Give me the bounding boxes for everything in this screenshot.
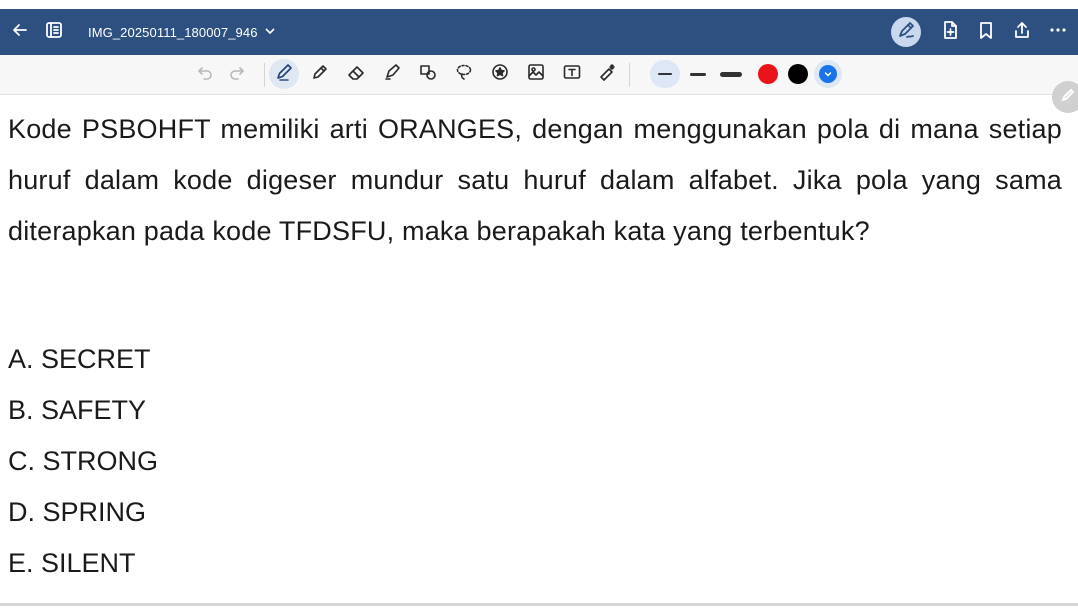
stroke-thick-option[interactable] bbox=[716, 60, 746, 88]
stroke-thin-icon bbox=[658, 73, 672, 75]
question-text: Kode PSBOHFT memiliki arti ORANGES, deng… bbox=[8, 114, 1062, 246]
redo-button[interactable] bbox=[222, 59, 252, 89]
pen-icon bbox=[274, 62, 294, 87]
share-button[interactable] bbox=[1006, 9, 1038, 55]
eraser-tool-button[interactable] bbox=[341, 59, 371, 89]
sticker-icon bbox=[490, 62, 510, 87]
pen-mode-button[interactable] bbox=[891, 17, 921, 47]
back-button[interactable] bbox=[4, 9, 36, 55]
laser-pointer-icon bbox=[598, 62, 618, 87]
bookmark-icon bbox=[976, 20, 996, 45]
redo-icon bbox=[228, 63, 246, 86]
add-page-icon bbox=[940, 20, 960, 45]
toolbar-divider bbox=[629, 63, 630, 87]
pen-tablet-icon bbox=[896, 20, 916, 45]
page-bottom-edge bbox=[0, 603, 1078, 606]
stroke-thin-option[interactable] bbox=[650, 60, 680, 88]
more-icon bbox=[1048, 20, 1068, 45]
stroke-medium-option[interactable] bbox=[683, 60, 713, 88]
option-a: A. SECRET bbox=[8, 344, 151, 374]
toolbar-divider bbox=[264, 63, 265, 87]
drawing-toolbar bbox=[0, 55, 1078, 95]
pencil-tool-button[interactable] bbox=[305, 59, 335, 89]
highlighter-tool-button[interactable] bbox=[377, 59, 407, 89]
option-d: D. SPRING bbox=[8, 497, 147, 527]
pen-tool-button[interactable] bbox=[269, 59, 299, 89]
share-icon bbox=[1012, 20, 1032, 45]
more-options-button[interactable] bbox=[1042, 9, 1074, 55]
option-b: B. SAFETY bbox=[8, 395, 147, 425]
image-tool-button[interactable] bbox=[521, 59, 551, 89]
bookmark-button[interactable] bbox=[970, 9, 1002, 55]
color-blue-dot bbox=[819, 65, 837, 83]
stroke-medium-icon bbox=[690, 72, 706, 76]
back-arrow-icon bbox=[10, 20, 30, 45]
sidebar-icon bbox=[44, 20, 64, 45]
edit-pencil-icon bbox=[1061, 88, 1075, 107]
text-box-tool-button[interactable] bbox=[557, 59, 587, 89]
shapes-tool-button[interactable] bbox=[413, 59, 443, 89]
window-top-edge bbox=[0, 0, 1078, 9]
option-e: E. SILENT bbox=[8, 548, 136, 578]
page-content: Kode PSBOHFT memiliki arti ORANGES, deng… bbox=[8, 104, 1062, 257]
titlebar: IMG_20250111_180007_946 bbox=[0, 9, 1078, 55]
document-title: IMG_20250111_180007_946 bbox=[88, 24, 258, 40]
image-icon bbox=[526, 62, 546, 87]
laser-pointer-tool-button[interactable] bbox=[593, 59, 623, 89]
shapes-icon bbox=[418, 62, 438, 87]
chevron-down-icon bbox=[264, 25, 276, 40]
sticker-tool-button[interactable] bbox=[485, 59, 515, 89]
text-box-icon bbox=[562, 62, 582, 87]
color-black-swatch[interactable] bbox=[788, 64, 808, 84]
lasso-icon bbox=[454, 62, 474, 87]
highlighter-icon bbox=[382, 62, 402, 87]
lasso-tool-button[interactable] bbox=[449, 59, 479, 89]
undo-button[interactable] bbox=[190, 59, 220, 89]
stroke-thick-icon bbox=[720, 71, 742, 77]
answer-options: A. SECRET B. SAFETY C. STRONG D. SPRING … bbox=[8, 334, 158, 589]
eraser-icon bbox=[346, 62, 366, 87]
document-title-dropdown[interactable]: IMG_20250111_180007_946 bbox=[88, 9, 276, 55]
option-c: C. STRONG bbox=[8, 446, 159, 476]
add-page-button[interactable] bbox=[934, 9, 966, 55]
pencil-icon bbox=[310, 62, 330, 87]
undo-icon bbox=[196, 63, 214, 86]
color-blue-swatch-selected[interactable] bbox=[814, 60, 842, 88]
sidebar-toggle-button[interactable] bbox=[38, 9, 70, 55]
color-red-swatch[interactable] bbox=[758, 64, 778, 84]
